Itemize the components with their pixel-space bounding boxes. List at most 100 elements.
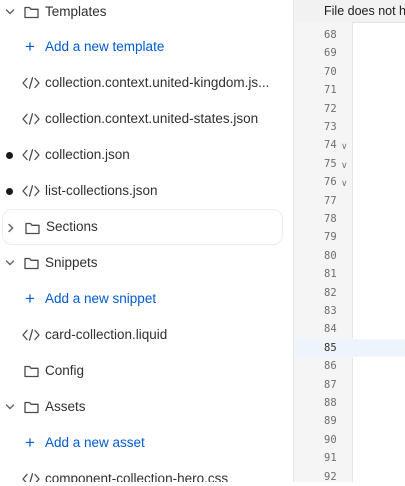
editor-line[interactable]: 79 [294,228,405,246]
editor-line[interactable]: 92 [294,468,405,486]
folder-icon [24,257,39,270]
fold-chevron-icon[interactable]: ∨ [341,136,348,156]
line-number: 91 [324,452,337,465]
unsaved-dot-icon [6,188,13,195]
editor-line[interactable]: 84 [294,320,405,338]
line-number: 86 [324,360,337,373]
folder-label: Snippets [45,255,98,270]
chevron-down-icon [5,404,15,410]
line-number: 81 [324,268,337,281]
fold-chevron-icon[interactable]: ∨ [341,155,348,175]
file-label: component-collection-hero.css [45,471,229,482]
line-number: 72 [324,102,337,115]
editor-line[interactable]: 91 [294,449,405,467]
editor-line[interactable]: 80 [294,247,405,265]
add-template-label: Add a new template [45,39,165,54]
editor-line[interactable]: 74 ∨ [294,136,405,154]
editor-line[interactable]: 76 ∨ [294,173,405,191]
add-snippet-label: Add a new snippet [45,291,157,306]
add-snippet-link[interactable]: + Add a new snippet [0,281,285,317]
line-number: 73 [324,121,337,133]
code-file-icon [22,149,40,161]
folder-icon [25,222,40,235]
file-item[interactable]: card-collection.liquid [0,317,285,353]
line-number: 68 [324,29,337,41]
chevron-down-icon [5,9,15,15]
editor-line[interactable]: 71 [294,81,405,99]
editor-line[interactable]: 89 [294,412,405,430]
code-file-icon [22,185,40,197]
file-item-modified[interactable]: list-collections.json [0,173,285,209]
file-item[interactable]: collection.context.united-kingdom.js... [0,65,285,101]
line-number: 79 [324,231,337,244]
plus-icon: + [25,289,35,308]
line-number: 90 [324,433,337,446]
line-number: 75 [324,157,337,170]
code-file-icon [22,77,40,89]
line-number: 82 [324,286,337,299]
file-item[interactable]: component-collection-hero.css [0,461,285,482]
folder-templates[interactable]: Templates [0,0,285,30]
editor-notice-banner: File does not h [294,0,405,23]
editor-line[interactable]: 73 [294,118,405,136]
editor-line[interactable]: 78 [294,210,405,228]
line-number: 74 [324,139,337,152]
editor-line[interactable]: 85 [294,338,405,358]
folder-assets[interactable]: Assets [0,389,285,425]
editor-line[interactable]: 70 [294,63,405,81]
file-item-modified[interactable]: collection.json [0,137,285,173]
editor-line[interactable]: 86 [294,357,405,375]
add-asset-label: Add a new asset [45,435,145,450]
fold-chevron-icon[interactable]: ∨ [341,173,348,193]
code-file-icon [22,473,40,482]
line-number: 87 [324,378,337,391]
line-number: 92 [324,470,337,483]
folder-sections[interactable]: Sections [2,209,283,245]
code-editor[interactable]: File does not h 68 69 70 71 72 73 74 ∨ 75 ∨ 76 ∨ 77 7… [293,0,405,483]
editor-line[interactable]: 68 [294,26,405,44]
chevron-down-icon [5,260,15,266]
editor-line[interactable]: 88 [294,394,405,412]
editor-line[interactable]: 87 [294,376,405,394]
folder-icon [24,365,39,378]
code-file-icon [22,113,40,125]
file-label: card-collection.liquid [45,327,168,342]
folder-label: Templates [45,4,107,19]
file-label: list-collections.json [45,183,158,198]
editor-line[interactable]: 82 [294,284,405,302]
line-number: 85 [324,341,337,354]
file-label: collection.json [45,147,130,162]
folder-label: Config [45,363,85,378]
folder-icon [24,6,39,19]
editor-line[interactable]: 75 ∨ [294,155,405,173]
line-number: 80 [324,249,337,262]
folder-config[interactable]: Config [0,353,285,389]
editor-line[interactable]: 72 [294,100,405,118]
folder-icon [24,401,39,414]
editor-line[interactable]: 69 [294,44,405,62]
add-asset-link[interactable]: + Add a new asset [0,425,285,461]
plus-icon: + [25,433,35,452]
folder-label: Assets [45,399,86,414]
line-number: 89 [324,415,337,428]
file-label: collection.context.united-kingdom.js... [45,75,270,90]
editor-line[interactable]: 81 [294,265,405,283]
chevron-right-icon [8,223,14,233]
folder-label: Sections [46,219,98,234]
folder-snippets[interactable]: Snippets [0,245,285,281]
unsaved-dot-icon [6,152,13,159]
line-number: 88 [324,397,337,409]
line-number: 78 [324,213,337,225]
file-label: collection.context.united-states.json [45,111,259,126]
add-template-link[interactable]: + Add a new template [0,29,285,65]
line-number: 76 [324,176,337,189]
code-file-icon [22,329,40,341]
line-number: 69 [324,47,337,60]
editor-line[interactable]: 83 [294,302,405,320]
editor-line[interactable]: 77 [294,192,405,210]
editor-line[interactable]: 90 [294,431,405,449]
line-number: 71 [324,84,337,97]
file-item[interactable]: collection.context.united-states.json [0,101,285,137]
file-tree-sidebar: Templates + Add a new template collectio… [0,0,290,482]
plus-icon: + [25,37,35,56]
